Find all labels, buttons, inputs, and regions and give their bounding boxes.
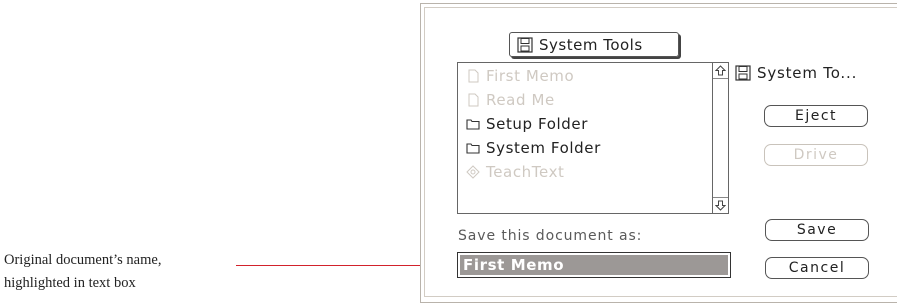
file-list[interactable]: First Memo Read Me Setup Folder System F… — [457, 62, 729, 214]
file-list-items: First Memo Read Me Setup Folder System F… — [458, 63, 712, 213]
drive-button: Drive — [764, 144, 868, 166]
cancel-button[interactable]: Cancel — [765, 257, 869, 279]
volume-name: System To... — [757, 64, 858, 82]
scroll-up-arrow-icon[interactable] — [713, 63, 728, 79]
document-icon — [466, 69, 480, 83]
callout-line-2: highlighted in text box — [4, 275, 136, 291]
file-item-label: Setup Folder — [486, 115, 588, 133]
callout: Original document’s name, highlighted in… — [4, 249, 274, 295]
scroll-down-arrow-icon[interactable] — [713, 197, 728, 213]
file-item-read-me: Read Me — [466, 89, 555, 111]
application-icon — [466, 165, 480, 179]
folder-icon — [466, 141, 480, 155]
callout-line-1: Original document’s name, — [4, 252, 162, 268]
save-button[interactable]: Save — [765, 219, 869, 241]
eject-button[interactable]: Eject — [764, 105, 868, 127]
file-list-scrollbar[interactable] — [712, 63, 728, 213]
file-item-system-folder[interactable]: System Folder — [466, 137, 601, 159]
file-item-label: Read Me — [486, 91, 555, 109]
document-name-field[interactable]: First Memo — [457, 252, 731, 278]
disk-icon — [735, 65, 751, 81]
file-item-label: First Memo — [486, 67, 575, 85]
file-item-label: TeachText — [486, 163, 565, 181]
disk-icon — [517, 36, 533, 53]
file-item-label: System Folder — [486, 139, 601, 157]
folder-popup-label: System Tools — [539, 35, 643, 54]
folder-popup-menu[interactable]: System Tools — [509, 32, 679, 57]
file-item-setup-folder[interactable]: Setup Folder — [466, 113, 588, 135]
volume-label: System To... — [735, 64, 857, 82]
save-prompt-label: Save this document as: — [458, 228, 643, 244]
file-item-first-memo: First Memo — [466, 65, 574, 87]
folder-icon — [466, 117, 480, 131]
file-item-teachtext: TeachText — [466, 161, 565, 183]
document-icon — [466, 93, 480, 107]
document-name-value[interactable]: First Memo — [460, 255, 728, 275]
